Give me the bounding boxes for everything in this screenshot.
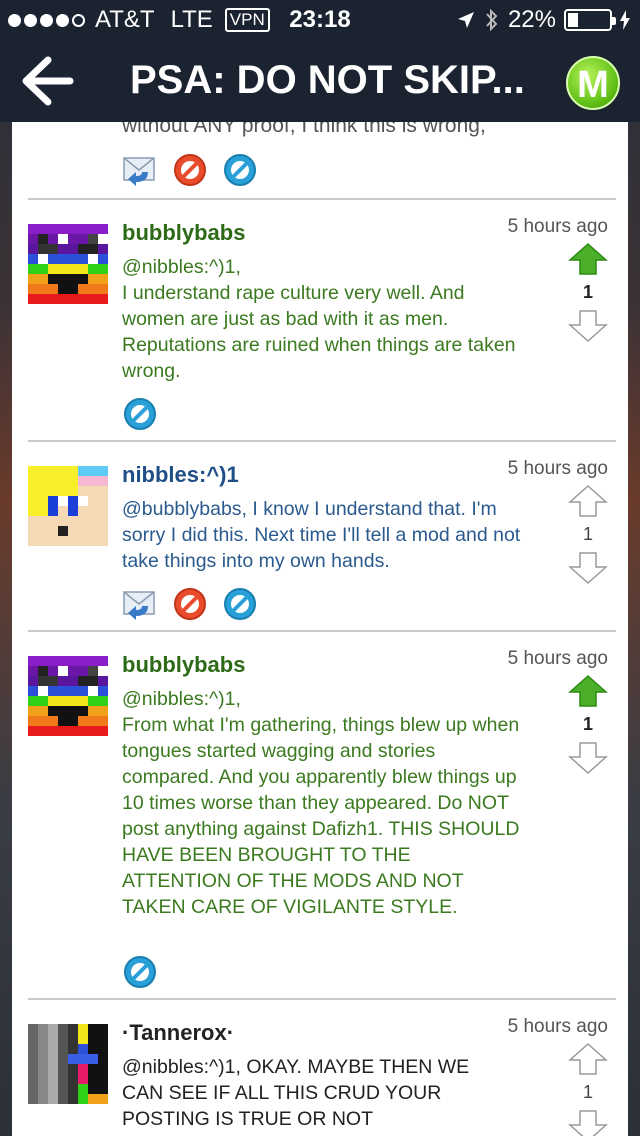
vote-controls: 1	[566, 674, 610, 775]
divider	[28, 440, 616, 442]
vote-score: 1	[582, 714, 593, 734]
divider	[28, 998, 616, 1000]
charging-icon	[620, 10, 630, 30]
comments-card: without ANY proof, I think this is wrong…	[12, 122, 628, 1136]
vote-controls: 1	[566, 242, 610, 343]
upvote-arrow-icon[interactable]	[568, 484, 608, 518]
vote-score: 1	[582, 1082, 593, 1102]
vote-controls: 1	[566, 1042, 610, 1136]
status-right: 22%	[456, 6, 630, 34]
reply-icon[interactable]	[122, 152, 158, 188]
downvote-arrow-icon[interactable]	[568, 1109, 608, 1136]
comment-actions	[122, 396, 158, 432]
downvote-arrow-icon[interactable]	[568, 741, 608, 775]
comment-body: @bubblybabs, I know I understand that. I…	[122, 498, 521, 572]
comment-body: @nibbles:^)1, From what I'm gathering, t…	[122, 688, 520, 918]
vote-controls: 1	[566, 484, 610, 585]
previous-comment-actions	[122, 152, 258, 188]
upvote-arrow-icon[interactable]	[568, 1042, 608, 1076]
back-arrow-icon	[22, 56, 74, 106]
report-icon[interactable]	[222, 152, 258, 188]
report-icon[interactable]	[222, 586, 258, 622]
vote-score: 1	[582, 524, 593, 544]
downvote-arrow-icon[interactable]	[568, 309, 608, 343]
divider	[28, 630, 616, 632]
battery-percent: 22%	[507, 6, 556, 33]
comment-timestamp: 5 hours ago	[507, 1016, 608, 1037]
comment-item: bubblybabs 5 hours ago @nibbles:^)1, I u…	[12, 216, 628, 440]
app-logo[interactable]: M	[566, 56, 620, 110]
reply-icon[interactable]	[122, 586, 158, 622]
comment-username[interactable]: nibbles:^)1	[122, 462, 239, 488]
comment-body: @nibbles:^)1, I understand rape culture …	[122, 256, 516, 382]
report-icon[interactable]	[122, 396, 158, 432]
comment-timestamp: 5 hours ago	[507, 458, 608, 479]
comment-timestamp: 5 hours ago	[507, 216, 608, 237]
comment-item: ·Tannerox· 5 hours ago @nibbles:^)1, OKA…	[12, 1016, 628, 1136]
comment-timestamp: 5 hours ago	[507, 648, 608, 669]
comment-body: @nibbles:^)1, OKAY. MAYBE THEN WE CAN SE…	[122, 1056, 470, 1130]
avatar[interactable]	[28, 656, 108, 736]
location-arrow-icon	[457, 12, 474, 28]
comment-username[interactable]: bubblybabs	[122, 220, 245, 246]
upvote-arrow-icon[interactable]	[568, 674, 608, 708]
nav-bar: PSA: DO NOT SKIP... M	[0, 40, 640, 122]
comment-username[interactable]: ·Tannerox·	[122, 1020, 234, 1046]
block-icon[interactable]	[172, 152, 208, 188]
block-icon[interactable]	[172, 586, 208, 622]
status-bar: AT&T LTE VPN 23:18 22%	[0, 0, 640, 40]
comment-actions	[122, 954, 158, 990]
comment-item: bubblybabs 5 hours ago @nibbles:^)1, Fro…	[12, 648, 628, 998]
divider	[28, 198, 616, 200]
upvote-arrow-icon[interactable]	[568, 242, 608, 276]
vote-score: 1	[582, 282, 593, 302]
comment-username[interactable]: bubblybabs	[122, 652, 245, 678]
downvote-arrow-icon[interactable]	[568, 551, 608, 585]
avatar[interactable]	[28, 224, 108, 304]
comment-item: nibbles:^)1 5 hours ago @bubblybabs, I k…	[12, 458, 628, 630]
bluetooth-icon	[486, 8, 498, 32]
back-button[interactable]	[20, 54, 76, 108]
battery-icon	[564, 9, 616, 31]
page-title: PSA: DO NOT SKIP...	[130, 58, 525, 102]
comment-actions	[122, 586, 258, 622]
avatar[interactable]	[28, 466, 108, 546]
previous-comment-fragment: without ANY proof, I think this is wrong…	[122, 122, 486, 137]
report-icon[interactable]	[122, 954, 158, 990]
avatar[interactable]	[28, 1024, 108, 1104]
